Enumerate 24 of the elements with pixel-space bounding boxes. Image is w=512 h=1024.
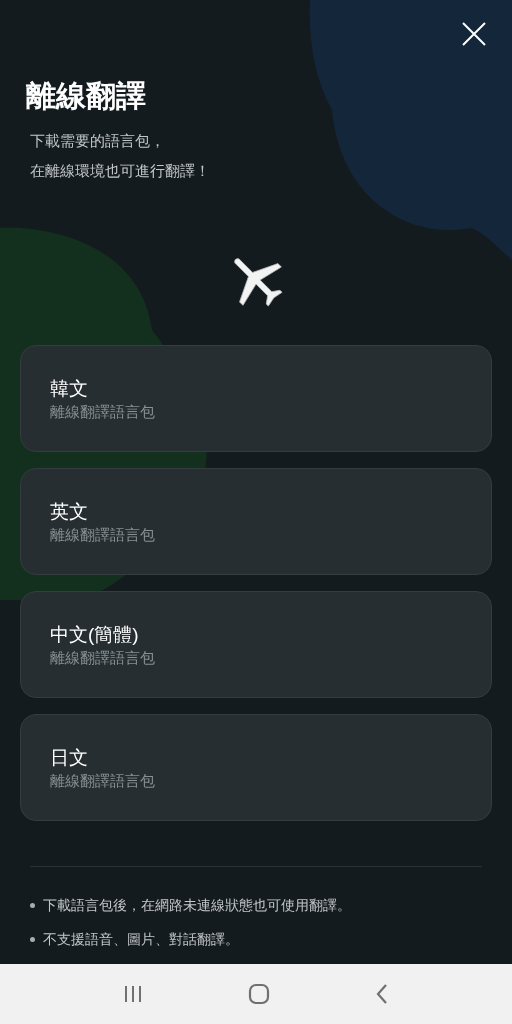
close-icon bbox=[462, 22, 486, 46]
bullet-icon bbox=[30, 936, 35, 942]
note-text: 不支援語音、圖片、對話翻譯。 bbox=[43, 930, 239, 949]
language-pack-description: 離線翻譯語言包 bbox=[50, 401, 155, 422]
subtitle-text: 在離線環境也可進行翻譯！ bbox=[30, 161, 210, 181]
language-pack-description: 離線翻譯語言包 bbox=[50, 524, 155, 545]
subtitle-text: 下載需要的語言包， bbox=[30, 131, 165, 151]
close-button[interactable] bbox=[460, 20, 488, 48]
language-pack-description: 離線翻譯語言包 bbox=[50, 770, 155, 791]
recent-apps-icon[interactable] bbox=[122, 985, 143, 1003]
language-pack-card[interactable]: 中文(簡體) 離線翻譯語言包 bbox=[20, 591, 492, 698]
language-name: 日文 bbox=[50, 745, 88, 770]
bullet-icon bbox=[30, 902, 35, 908]
language-name: 韓文 bbox=[50, 376, 88, 401]
note-text: 下載語言包後，在網路未連線狀態也可使用翻譯。 bbox=[43, 896, 351, 915]
language-name: 英文 bbox=[50, 499, 88, 524]
language-pack-card[interactable]: 韓文 離線翻譯語言包 bbox=[20, 345, 492, 452]
language-name: 中文(簡體) bbox=[50, 622, 139, 647]
language-pack-description: 離線翻譯語言包 bbox=[50, 647, 155, 668]
back-icon[interactable] bbox=[375, 983, 390, 1005]
home-icon[interactable] bbox=[248, 983, 270, 1005]
language-pack-card[interactable]: 英文 離線翻譯語言包 bbox=[20, 468, 492, 575]
language-pack-card[interactable]: 日文 離線翻譯語言包 bbox=[20, 714, 492, 821]
page-title: 離線翻譯 bbox=[26, 78, 146, 114]
